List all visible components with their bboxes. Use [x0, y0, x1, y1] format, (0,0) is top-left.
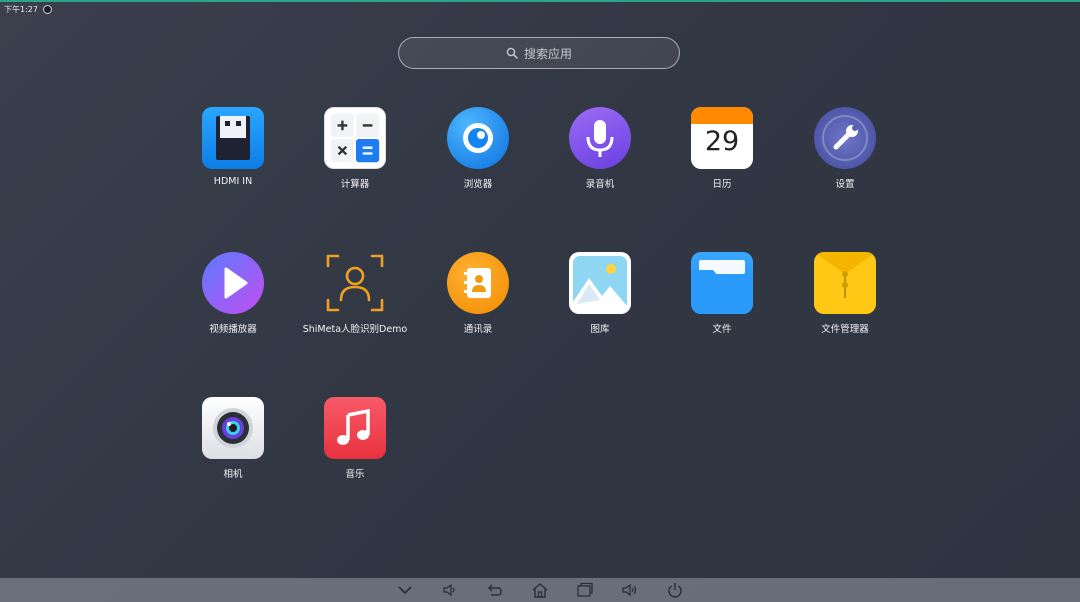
app-label: 图库 — [590, 324, 610, 335]
calculator-icon — [324, 107, 386, 169]
volume-down-button[interactable] — [428, 578, 473, 602]
home-icon — [532, 583, 548, 598]
app-calendar[interactable]: 29 日历 — [660, 107, 784, 190]
app-gallery[interactable]: 图库 — [538, 252, 662, 335]
file-manager-icon — [814, 252, 876, 314]
app-label: 通讯录 — [463, 324, 493, 335]
app-label: 日历 — [712, 179, 732, 190]
recents-button[interactable] — [563, 578, 608, 602]
back-button[interactable] — [473, 578, 518, 602]
status-time: 下午1:27 — [4, 4, 38, 14]
usb-drive-icon — [202, 107, 264, 169]
app-recorder[interactable]: 录音机 — [538, 107, 662, 190]
app-calculator[interactable]: 计算器 — [293, 107, 417, 190]
app-label: 相机 — [223, 469, 243, 480]
back-icon — [488, 584, 502, 596]
app-files[interactable]: 文件 — [660, 252, 784, 335]
camera-icon — [202, 397, 264, 459]
folder-icon — [691, 252, 753, 314]
navigation-bar — [0, 578, 1080, 602]
app-label: 录音机 — [585, 179, 615, 190]
app-video-player[interactable]: 视频播放器 — [171, 252, 295, 335]
app-music[interactable]: 音乐 — [293, 397, 417, 480]
app-label: 音乐 — [345, 469, 365, 480]
power-button[interactable] — [653, 578, 698, 602]
music-note-icon — [324, 397, 386, 459]
search-placeholder: 搜索应用 — [523, 46, 572, 61]
power-icon — [668, 583, 682, 598]
search-icon — [506, 47, 518, 59]
app-camera[interactable]: 相机 — [171, 397, 295, 480]
app-face-demo[interactable]: ShiMeta人脸识别Demo — [293, 252, 417, 335]
search-bar[interactable]: 搜索应用 — [398, 37, 680, 69]
microphone-icon — [569, 107, 631, 169]
volume-up-icon — [622, 583, 637, 597]
app-settings[interactable]: 设置 — [783, 107, 907, 190]
contacts-icon — [447, 252, 509, 314]
app-hdmi-in[interactable]: HDMI IN — [171, 107, 295, 187]
app-label: HDMI IN — [213, 176, 253, 187]
app-contacts[interactable]: 通讯录 — [416, 252, 540, 335]
app-file-manager[interactable]: 文件管理器 — [783, 252, 907, 335]
app-label: ShiMeta人脸识别Demo — [302, 324, 408, 335]
notification-icon — [42, 4, 52, 14]
play-icon — [202, 252, 264, 314]
recents-icon — [577, 582, 593, 597]
collapse-button[interactable] — [383, 578, 428, 602]
app-label: 文件管理器 — [821, 324, 869, 335]
face-scan-icon — [324, 252, 386, 314]
calendar-icon: 29 — [691, 107, 753, 169]
gallery-icon — [569, 252, 631, 314]
top-accent-line — [0, 0, 1080, 2]
app-label: 计算器 — [340, 179, 370, 190]
calendar-day: 29 — [704, 126, 740, 157]
app-browser[interactable]: 浏览器 — [416, 107, 540, 190]
volume-down-icon — [443, 583, 455, 597]
app-label: 浏览器 — [463, 179, 493, 190]
wrench-icon — [814, 107, 876, 169]
app-label: 文件 — [712, 324, 732, 335]
home-button[interactable] — [518, 578, 563, 602]
volume-up-button[interactable] — [608, 578, 653, 602]
status-bar: 下午1:27 — [4, 3, 52, 15]
chevron-down-icon — [398, 586, 412, 595]
app-label: 视频播放器 — [209, 324, 257, 335]
app-label: 设置 — [835, 179, 855, 190]
browser-icon — [447, 107, 509, 169]
